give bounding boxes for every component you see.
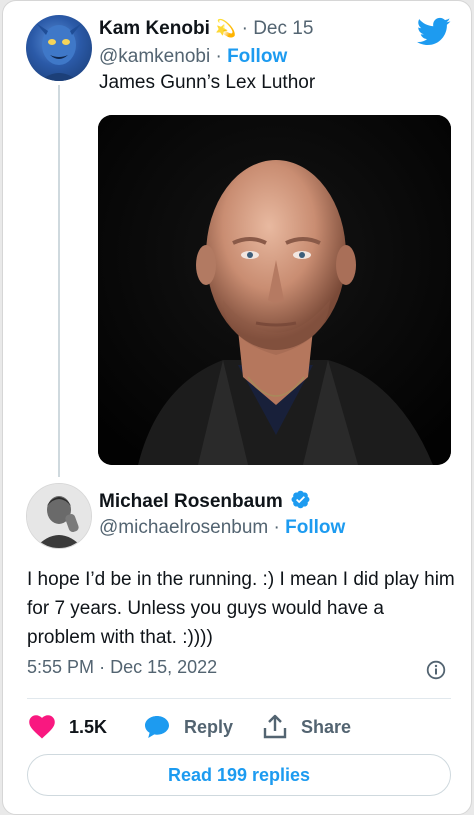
like-button[interactable]: 1.5K: [29, 713, 107, 741]
divider: [27, 698, 451, 699]
likes-count: 1.5K: [69, 716, 108, 737]
author-name-row: Kam Kenobi 💫 · Dec 15: [99, 18, 313, 40]
info-icon[interactable]: [426, 660, 446, 680]
separator-dot: ·: [273, 517, 280, 538]
author-name[interactable]: Kam Kenobi: [99, 18, 210, 39]
avatar-michael-rosenbaum[interactable]: [26, 483, 92, 549]
thread-connector-line: [58, 85, 60, 477]
reply-button[interactable]: Reply: [144, 713, 233, 741]
author-name[interactable]: Michael Rosenbaum: [99, 491, 283, 512]
avatar-image: [27, 484, 91, 548]
heart-icon: [29, 715, 55, 739]
author-handle[interactable]: @michaelrosenbum: [99, 517, 268, 538]
tweet-embed-card: Kam Kenobi 💫 · Dec 15 @kamkenobi · Follo…: [2, 0, 472, 815]
share-label: Share: [301, 716, 352, 737]
handle-row: @kamkenobi · Follow: [99, 46, 287, 68]
share-button[interactable]: Share: [263, 713, 351, 741]
separator-dot: ·: [241, 18, 248, 39]
separator-dot: ·: [99, 657, 106, 677]
verified-badge-icon: [291, 490, 310, 509]
author-handle[interactable]: @kamkenobi: [99, 46, 210, 67]
share-upload-icon: [263, 714, 287, 739]
reply-label: Reply: [184, 716, 234, 737]
tweet-timestamp[interactable]: 5:55 PM · Dec 15, 2022: [27, 657, 217, 678]
tweet-date: Dec 15, 2022: [110, 657, 218, 677]
avatar-kam-kenobi[interactable]: [26, 15, 92, 81]
author-name-row: Michael Rosenbaum: [99, 489, 311, 513]
tweet-text: I hope I’d be in the running. :) I mean …: [27, 569, 455, 648]
read-replies-label: Read 199 replies: [167, 764, 311, 785]
handle-row: @michaelrosenbum · Follow: [99, 517, 345, 539]
speech-bubble-icon: [145, 716, 169, 738]
dizzy-emoji-icon: 💫: [215, 19, 237, 38]
portrait-photo-image: [98, 115, 451, 465]
read-replies-button[interactable]: Read 199 replies: [27, 754, 451, 796]
tweet-date[interactable]: Dec 15: [253, 18, 313, 39]
twitter-bird-icon[interactable]: [417, 17, 451, 47]
tweet-time: 5:55 PM: [27, 657, 95, 677]
avatar-image: [36, 23, 82, 81]
follow-button[interactable]: Follow: [227, 46, 287, 67]
follow-button[interactable]: Follow: [285, 517, 345, 538]
tweet-text: James Gunn’s Lex Luthor: [99, 72, 316, 93]
tweet-photo[interactable]: [98, 115, 451, 465]
separator-dot: ·: [215, 46, 222, 67]
